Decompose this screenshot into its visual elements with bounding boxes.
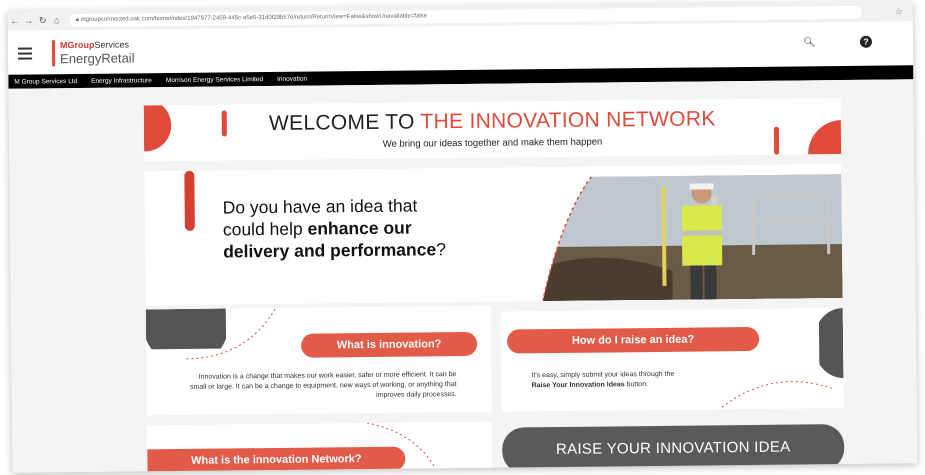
hero-banner: Do you have an idea that could help enha… — [144, 164, 843, 306]
what-is-innovation-heading: What is innovation? — [301, 331, 478, 358]
worker-photo — [541, 174, 843, 302]
innovation-network-heading: What is the innovation Network? — [147, 446, 406, 473]
what-is-innovation-card: What is innovation? Innovation is a chan… — [145, 305, 492, 416]
search-icon[interactable]: 🔍︎ — [803, 37, 816, 48]
browser-window: ← → ↻ ⌂ 🔒︎ mgroupconnected.oak.com/home/… — [7, 1, 918, 473]
url-text: mgroupconnected.oak.com/home/index/19479… — [80, 12, 428, 23]
nav-item-mgroup[interactable]: M Group Services Ltd — [14, 78, 77, 86]
decorative-dashed-arc — [186, 307, 277, 360]
raise-idea-button[interactable]: RAISE YOUR INNOVATION IDEA — [501, 424, 845, 473]
raise-description: It's easy, simply submit your ideas thro… — [531, 370, 675, 390]
hero-text: Do you have an idea that could help enha… — [222, 195, 446, 262]
logo-mark — [51, 40, 56, 67]
nav-item-morrison[interactable]: Morrison Energy Services Limited — [166, 76, 263, 84]
help-icon[interactable]: ? — [859, 35, 873, 48]
nav-item-energy-infrastructure[interactable]: Energy Infrastructure — [91, 77, 152, 85]
reload-icon[interactable]: ↻ — [36, 15, 50, 26]
bookmark-star-icon[interactable]: ☆ — [895, 6, 903, 17]
page-title: WELCOME TO THE INNOVATION NETWORK — [268, 107, 716, 136]
decorative-pill — [184, 170, 195, 231]
nav-item-innovation[interactable]: Innovation — [277, 75, 307, 82]
innovation-description: Innovation is a change that makes our wo… — [189, 371, 457, 399]
hamburger-menu-icon[interactable] — [17, 47, 33, 62]
welcome-banner: WELCOME TO THE INNOVATION NETWORK We bri… — [143, 98, 842, 162]
how-to-raise-heading: How do I raise an idea? — [506, 326, 760, 354]
innovation-network-card: What is the innovation Network? — [146, 421, 493, 473]
page-subtitle: We bring our ideas together and make the… — [382, 136, 603, 150]
brand-name: EnergyRetail — [60, 50, 135, 67]
back-icon[interactable]: ← — [8, 16, 22, 26]
forward-icon[interactable]: → — [22, 15, 36, 25]
page-content: WELCOME TO THE INNOVATION NETWORK We bri… — [8, 79, 918, 473]
home-icon[interactable]: ⌂ — [50, 15, 64, 25]
brand-group: MGroupServices — [59, 39, 130, 51]
how-to-raise-card: How do I raise an idea? It's easy, simpl… — [500, 308, 844, 412]
